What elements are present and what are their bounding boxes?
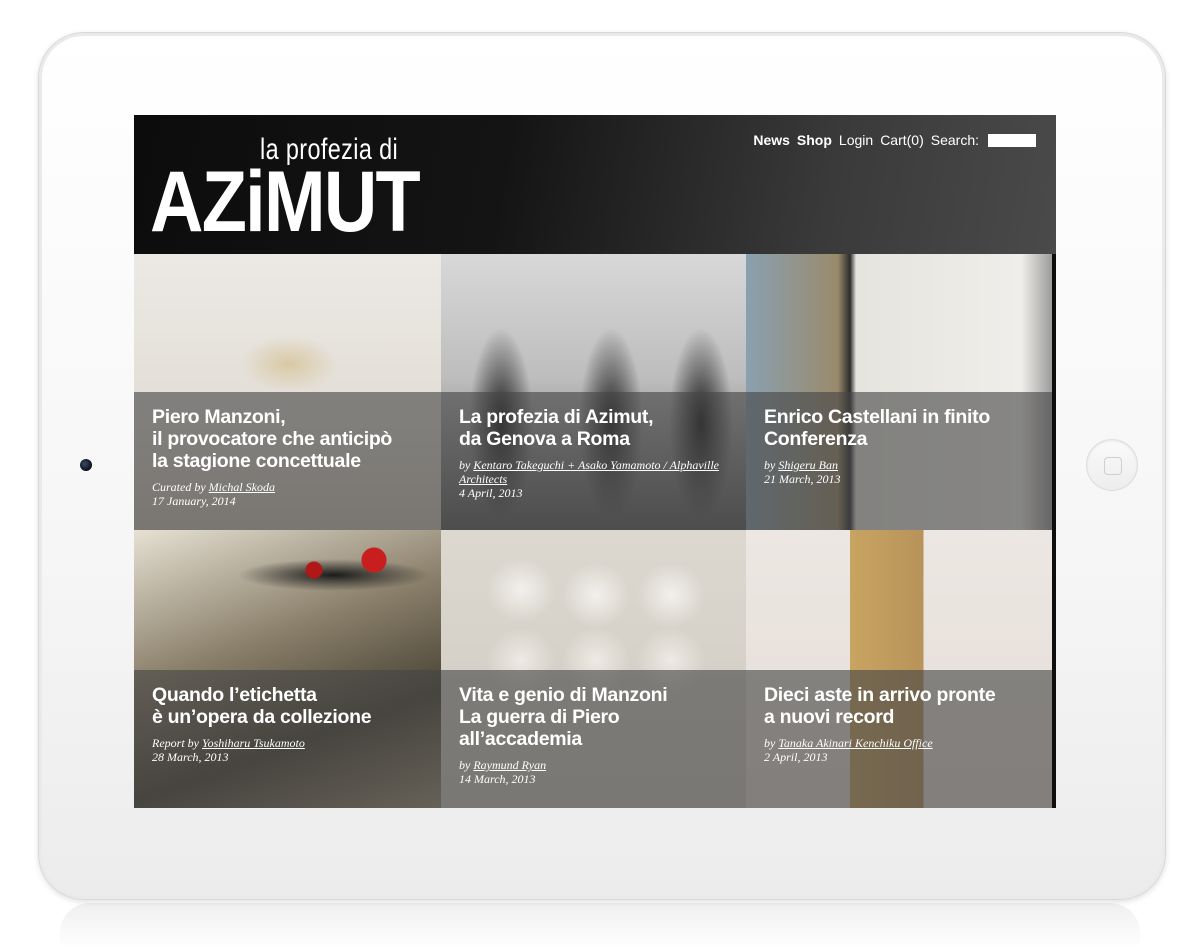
- article-title[interactable]: La profezia di Azimut, da Genova a Roma: [459, 406, 736, 450]
- article-byline: by Kentaro Takeguchi + Asako Yamamoto / …: [459, 458, 734, 500]
- article-grid: Piero Manzoni, il provocatore che antici…: [134, 254, 1056, 808]
- author-link[interactable]: Michal Skoda: [209, 480, 275, 494]
- article-date: 28 March, 2013: [152, 750, 229, 764]
- author-link[interactable]: Shigeru Ban: [778, 458, 838, 472]
- top-nav: News Shop Login Cart(0) Search:: [753, 132, 1036, 148]
- author-link[interactable]: Yoshiharu Tsukamoto: [202, 736, 305, 750]
- nav-news[interactable]: News: [753, 132, 790, 148]
- article-caption: Dieci aste in arrivo pronte a nuovi reco…: [746, 670, 1052, 808]
- article-byline: by Shigeru Ban 21 March, 2013: [764, 458, 1040, 486]
- article-byline: by Raymund Ryan 14 March, 2013: [459, 758, 734, 786]
- nav-shop[interactable]: Shop: [797, 132, 832, 148]
- article-caption: Piero Manzoni, il provocatore che antici…: [134, 392, 441, 530]
- article-title[interactable]: Vita e genio di Manzoni La guerra di Pie…: [459, 684, 736, 750]
- article-byline: Report by Yoshiharu Tsukamoto 28 March, …: [152, 736, 429, 764]
- home-square-icon: [1104, 457, 1122, 475]
- camera-icon: [80, 459, 92, 471]
- credit-prefix: by: [459, 758, 471, 772]
- article-date: 2 April, 2013: [764, 750, 828, 764]
- author-link[interactable]: Tanaka Akinari Kenchiku Office: [778, 736, 932, 750]
- article-title[interactable]: Enrico Castellani in finito Conferenza: [764, 406, 1042, 450]
- article-caption: Enrico Castellani in finito Conferenza b…: [746, 392, 1052, 530]
- author-link[interactable]: Raymund Ryan: [473, 758, 546, 772]
- article-card-4[interactable]: Quando l’etichetta è un’opera da collezi…: [134, 530, 441, 808]
- author-link[interactable]: Kentaro Takeguchi + Asako Yamamoto / Alp…: [459, 458, 719, 486]
- article-byline: Curated by Michal Skoda 17 January, 2014: [152, 480, 429, 508]
- credit-prefix: by: [764, 458, 776, 472]
- credit-prefix: Report by: [152, 736, 199, 750]
- article-title[interactable]: Quando l’etichetta è un’opera da collezi…: [152, 684, 431, 728]
- article-title[interactable]: Piero Manzoni, il provocatore che antici…: [152, 406, 431, 472]
- search-label: Search:: [930, 132, 979, 148]
- article-byline: by Tanaka Akinari Kenchiku Office 2 Apri…: [764, 736, 1040, 764]
- home-button[interactable]: [1086, 439, 1138, 491]
- logo-title: AZiMUT: [150, 154, 421, 250]
- credit-prefix: by: [764, 736, 776, 750]
- credit-prefix: by: [459, 458, 471, 472]
- article-title[interactable]: Dieci aste in arrivo pronte a nuovi reco…: [764, 684, 1042, 728]
- article-card-1[interactable]: Piero Manzoni, il provocatore che antici…: [134, 254, 441, 530]
- article-card-6[interactable]: Dieci aste in arrivo pronte a nuovi reco…: [746, 530, 1052, 808]
- article-caption: Quando l’etichetta è un’opera da collezi…: [134, 670, 441, 808]
- article-card-3[interactable]: Enrico Castellani in finito Conferenza b…: [746, 254, 1052, 530]
- article-date: 17 January, 2014: [152, 494, 236, 508]
- article-date: 14 March, 2013: [459, 772, 536, 786]
- nav-login[interactable]: Login: [839, 132, 873, 148]
- credit-prefix: Curated by: [152, 480, 206, 494]
- search-input[interactable]: [988, 133, 1036, 147]
- article-caption: Vita e genio di Manzoni La guerra di Pie…: [441, 670, 746, 808]
- article-date: 21 March, 2013: [764, 472, 841, 486]
- screen: la profezia di AZiMUT News Shop Login Ca…: [134, 115, 1056, 808]
- article-card-5[interactable]: Vita e genio di Manzoni La guerra di Pie…: [441, 530, 746, 808]
- article-date: 4 April, 2013: [459, 486, 523, 500]
- nav-cart[interactable]: Cart(0): [880, 132, 924, 148]
- article-caption: La profezia di Azimut, da Genova a Roma …: [441, 392, 746, 530]
- site-header: la profezia di AZiMUT News Shop Login Ca…: [134, 115, 1056, 254]
- device-reflection: [60, 903, 1140, 949]
- article-card-2[interactable]: La profezia di Azimut, da Genova a Roma …: [441, 254, 746, 530]
